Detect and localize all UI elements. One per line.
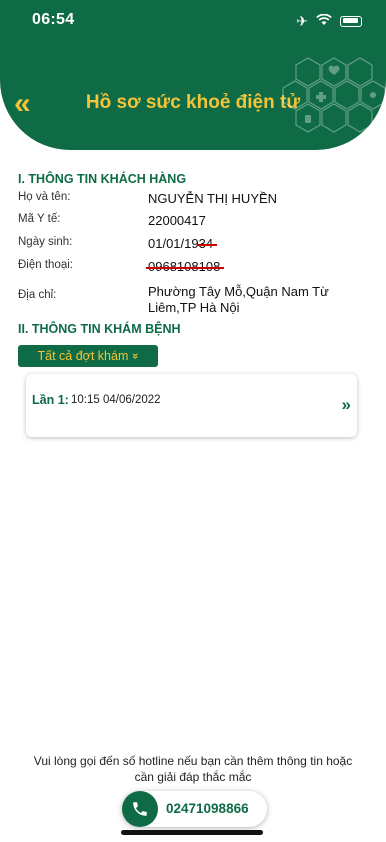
double-chevron-right-icon[interactable]: » [342, 395, 352, 415]
field-birthdate-label: Ngày sinh: [18, 236, 73, 248]
battery-icon [340, 15, 362, 27]
field-medical-id-value: 22000417 [148, 213, 206, 228]
phone-icon [122, 791, 158, 827]
field-name: Họ và tên: NGUYỄN THỊ HUYỀN [18, 191, 370, 207]
field-phone: Điện thoại: 0968108108 [18, 259, 370, 275]
field-address-label: Địa chỉ: [18, 289, 57, 301]
field-name-label: Họ và tên: [18, 191, 71, 203]
hotline-note: Vui lòng gọi đến số hotline nếu bạn cần … [33, 754, 353, 784]
status-time: 06:54 [32, 11, 75, 28]
visit-filter-dropdown[interactable]: Tất cả đợt khám » [18, 345, 158, 367]
home-indicator[interactable] [121, 830, 263, 835]
status-icons: ✈ [296, 13, 362, 29]
field-phone-label: Điện thoại: [18, 259, 73, 271]
customer-section-title: I. THÔNG TIN KHÁCH HÀNG [18, 172, 187, 186]
field-birthdate-value: 01/01/1934 [148, 236, 370, 252]
visit-datetime: 10:15 04/06/2022 [71, 394, 161, 406]
field-name-value: NGUYỄN THỊ HUYỀN [148, 191, 278, 206]
medical-hexagon-decoration-icon [282, 57, 386, 133]
double-chevron-down-icon: » [129, 352, 142, 360]
wifi-icon [316, 13, 332, 29]
field-address-value: Phường Tây Mỗ,Quận Nam Từ Liêm,TP Hà Nội [148, 284, 329, 315]
visit-label: Lần 1: [32, 393, 69, 407]
field-medical-id: Mã Y tế: 22000417 [18, 213, 370, 229]
birthdate-visible: 01/01/19 [148, 236, 199, 251]
field-phone-value: 0968108108 [145, 259, 370, 275]
status-bar: 06:54 ✈ [0, 0, 386, 44]
phone-redacted: 0968108108 [145, 259, 225, 274]
birthdate-redacted: 34 [196, 236, 218, 251]
field-birthdate: Ngày sinh: 01/01/1934 [18, 236, 370, 252]
field-address: Địa chỉ: Phường Tây Mỗ,Quận Nam Từ Liêm,… [18, 284, 370, 316]
hotline-number: 02471098866 [166, 801, 249, 816]
exam-section-title: II. THÔNG TIN KHÁM BỆNH [18, 322, 181, 336]
visit-filter-label: Tất cả đợt khám [37, 349, 129, 363]
visit-card[interactable]: Lần 1: 10:15 04/06/2022 » [26, 374, 357, 437]
hotline-button[interactable]: 02471098866 [122, 791, 267, 827]
field-medical-id-label: Mã Y tế: [18, 213, 61, 225]
airplane-icon: ✈ [296, 13, 308, 29]
header: 06:54 ✈ « Hồ sơ sức khoẻ điện tử [0, 0, 386, 150]
